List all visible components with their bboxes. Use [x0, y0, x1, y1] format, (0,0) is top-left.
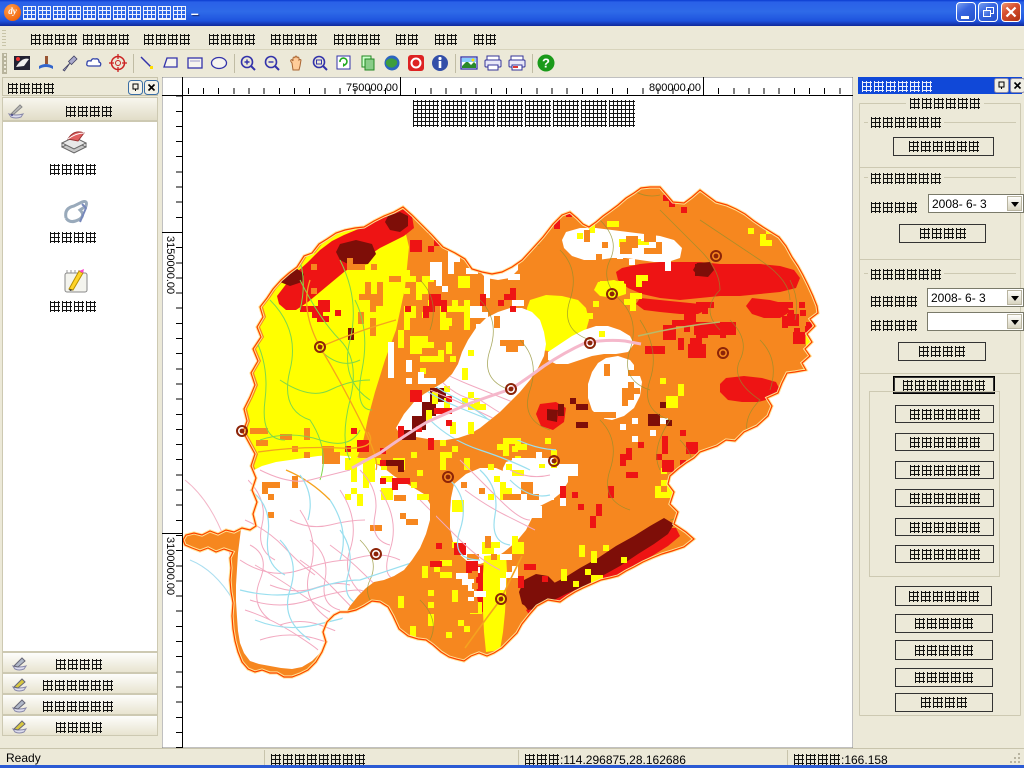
svg-text:750000.00: 750000.00	[346, 82, 398, 94]
svg-text:800000.00: 800000.00	[649, 82, 701, 94]
svg-text:?: ?	[542, 56, 550, 71]
svg-text:3150000.00: 3150000.00	[164, 236, 176, 294]
svg-text:3100000.00: 3100000.00	[164, 537, 176, 595]
